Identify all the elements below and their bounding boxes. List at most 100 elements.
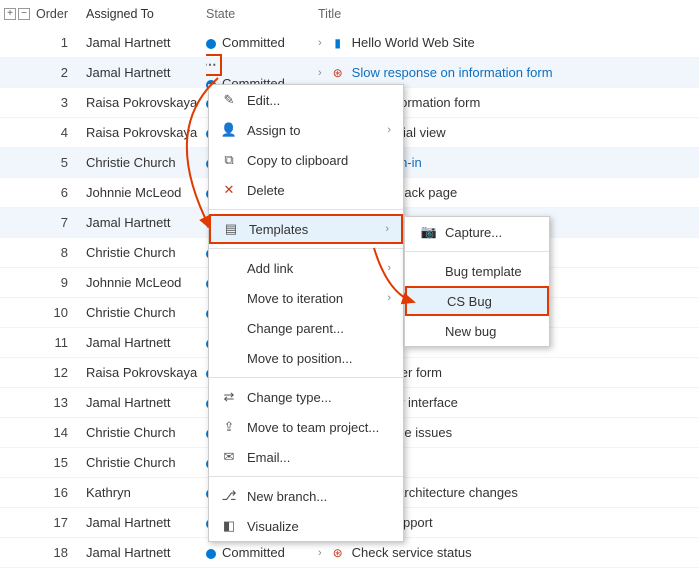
cell-title-text: Hello World Web Site	[352, 35, 475, 50]
cell-order: 16	[34, 485, 86, 500]
state-dot-icon	[206, 549, 216, 559]
cell-order: 11	[34, 335, 86, 350]
templates-submenu: 📷 Capture... Bug template CS Bug New bug	[404, 216, 550, 347]
menu-separator	[405, 251, 549, 252]
cell-order: 13	[34, 395, 86, 410]
cell-state: Committed	[206, 545, 318, 560]
submenu-capture[interactable]: 📷 Capture...	[405, 217, 549, 247]
menu-visualize-label: Visualize	[247, 519, 299, 534]
cell-state: Committed	[206, 35, 318, 50]
submenu-bug-template[interactable]: Bug template	[405, 256, 549, 286]
menu-newbranch-label: New branch...	[247, 489, 327, 504]
menu-email[interactable]: ✉ Email...	[209, 442, 403, 472]
cell-order: 12	[34, 365, 86, 380]
templates-icon: ▤	[223, 221, 239, 237]
menu-delete-label: Delete	[247, 183, 285, 198]
menu-separator	[209, 209, 403, 210]
menu-templates-label: Templates	[249, 222, 308, 237]
col-header-assigned[interactable]: Assigned To	[86, 7, 206, 21]
cell-assigned: Jamal Hartnett	[86, 515, 206, 530]
cell-order: 7	[34, 215, 86, 230]
cell-title[interactable]: ›▮Hello World Web Site	[318, 35, 699, 51]
cell-title[interactable]: › ⊛ Slow response on information form	[318, 65, 699, 81]
submenu-newbug-label: New bug	[445, 324, 496, 339]
camera-icon: 📷	[421, 224, 437, 240]
menu-delete[interactable]: ✕ Delete	[209, 175, 403, 205]
submenu-cs-bug[interactable]: CS Bug	[405, 286, 549, 316]
submenu-capture-label: Capture...	[445, 225, 502, 240]
chevron-right-icon: ›	[385, 223, 389, 235]
menu-templates[interactable]: ▤ Templates ›	[209, 214, 403, 244]
cell-assigned: Johnnie McLeod	[86, 275, 206, 290]
menu-movepos-label: Move to position...	[247, 351, 353, 366]
cell-title-text: Check service status	[352, 545, 472, 560]
cell-title[interactable]: › ⊛ Check service status	[318, 545, 699, 561]
menu-addlink-label: Add link	[247, 261, 293, 276]
menu-assign-to[interactable]: 👤 Assign to ›	[209, 115, 403, 145]
email-icon: ✉	[221, 449, 237, 465]
expand-all-icon[interactable]: +	[4, 8, 16, 20]
delete-icon: ✕	[221, 182, 237, 198]
chevron-right-icon: ›	[318, 547, 322, 559]
cell-order: 2	[34, 65, 86, 80]
menu-email-label: Email...	[247, 450, 290, 465]
col-header-title[interactable]: Title	[318, 7, 699, 21]
menu-change-type[interactable]: ⇄ Change type...	[209, 382, 403, 412]
menu-change-parent[interactable]: Change parent...	[209, 313, 403, 343]
cell-order: 6	[34, 185, 86, 200]
cell-assigned: Jamal Hartnett	[86, 65, 206, 80]
bug-icon: ⊛	[330, 65, 346, 81]
menu-changeparent-label: Change parent...	[247, 321, 344, 336]
menu-separator	[209, 377, 403, 378]
submenu-bugtemplate-label: Bug template	[445, 264, 522, 279]
menu-edit-label: Edit...	[247, 93, 280, 108]
cell-order: 17	[34, 515, 86, 530]
cell-assigned: Jamal Hartnett	[86, 395, 206, 410]
col-header-state[interactable]: State	[206, 7, 318, 21]
cell-assigned: Christie Church	[86, 245, 206, 260]
menu-separator	[209, 248, 403, 249]
cell-state-text: Committed	[222, 35, 285, 50]
cell-order: 4	[34, 125, 86, 140]
cell-assigned: Johnnie McLeod	[86, 185, 206, 200]
cell-title-text[interactable]: Slow response on information form	[352, 65, 553, 80]
branch-icon: ⎇	[221, 488, 237, 504]
chevron-right-icon: ›	[387, 262, 391, 274]
chevron-right-icon: ›	[387, 124, 391, 136]
cell-assigned: Raisa Pokrovskaya	[86, 125, 206, 140]
menu-changetype-label: Change type...	[247, 390, 332, 405]
submenu-csbug-label: CS Bug	[447, 294, 492, 309]
menu-edit[interactable]: ✎ Edit...	[209, 85, 403, 115]
col-header-order[interactable]: Order	[34, 7, 86, 21]
menu-move-position[interactable]: Move to position...	[209, 343, 403, 373]
menu-add-link[interactable]: Add link ›	[209, 253, 403, 283]
cell-assigned: Christie Church	[86, 455, 206, 470]
cell-order: 10	[34, 305, 86, 320]
cell-order: 3	[34, 95, 86, 110]
context-menu: ✎ Edit... 👤 Assign to › ⧉ Copy to clipbo…	[208, 84, 404, 542]
menu-assign-label: Assign to	[247, 123, 300, 138]
menu-visualize[interactable]: ◧ Visualize	[209, 511, 403, 541]
cell-assigned: Kathryn	[86, 485, 206, 500]
cell-assigned: Christie Church	[86, 155, 206, 170]
bug-icon: ⊛	[330, 545, 346, 561]
chevron-right-icon: ›	[318, 37, 322, 49]
chevron-right-icon: ›	[318, 67, 322, 79]
visualize-icon: ◧	[221, 518, 237, 534]
more-actions-button[interactable]: ⋯	[206, 54, 222, 76]
menu-copy[interactable]: ⧉ Copy to clipboard	[209, 145, 403, 175]
menu-new-branch[interactable]: ⎇ New branch...	[209, 481, 403, 511]
person-icon: 👤	[221, 122, 237, 138]
menu-moveteam-label: Move to team project...	[247, 420, 379, 435]
move-project-icon: ⇪	[221, 419, 237, 435]
menu-move-iteration[interactable]: Move to iteration ›	[209, 283, 403, 313]
table-row[interactable]: 1Jamal HartnettCommitted›▮Hello World We…	[0, 28, 699, 58]
cell-order: 15	[34, 455, 86, 470]
cell-order: 9	[34, 275, 86, 290]
cell-assigned: Christie Church	[86, 425, 206, 440]
menu-move-team-project[interactable]: ⇪ Move to team project...	[209, 412, 403, 442]
submenu-new-bug[interactable]: New bug	[405, 316, 549, 346]
collapse-all-icon[interactable]: −	[18, 8, 30, 20]
cell-assigned: Jamal Hartnett	[86, 545, 206, 560]
pencil-icon: ✎	[221, 92, 237, 108]
